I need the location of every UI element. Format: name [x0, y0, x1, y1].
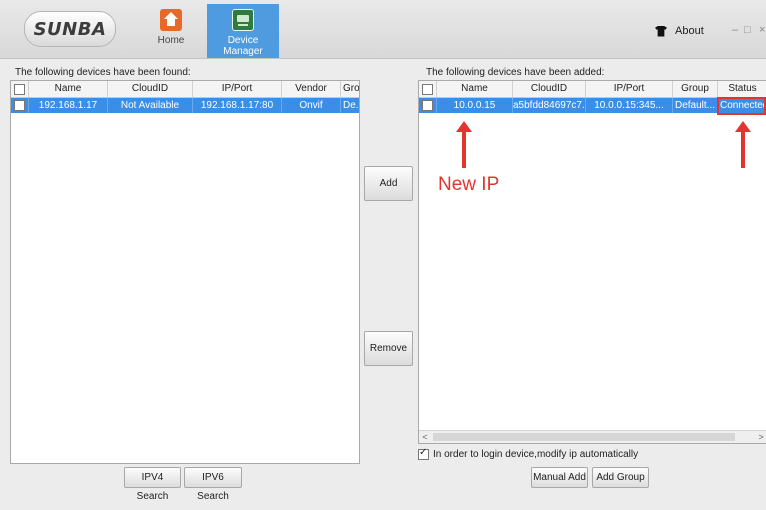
column-header-group[interactable]: Group [673, 81, 718, 97]
column-header-cloudid[interactable]: CloudID [108, 81, 193, 97]
added-devices-label: The following devices have been added: [426, 67, 605, 78]
nav-device-manager-label: Device Manager [223, 35, 263, 57]
column-header-status[interactable]: Status [718, 81, 766, 97]
ipv4-search-button[interactable]: IPV4 Search [124, 467, 181, 502]
column-header-ipport[interactable]: IP/Port [586, 81, 673, 97]
annotation-arrow-status [735, 121, 751, 168]
select-all-column[interactable] [419, 81, 437, 97]
minimize-button[interactable]: – [732, 24, 738, 36]
cell-group: De... [341, 98, 359, 113]
nav-home-label: Home [157, 35, 185, 46]
shirt-icon [655, 25, 667, 37]
app-header: SUNBA Home Device Manager About – □ × [0, 0, 766, 59]
added-table-header: Name CloudID IP/Port Group Status [419, 81, 766, 98]
column-header-name[interactable]: Name [437, 81, 513, 97]
add-group-button[interactable]: Add Group [592, 467, 649, 488]
close-button[interactable]: × [759, 24, 765, 36]
column-header-cloudid[interactable]: CloudID [513, 81, 586, 97]
device-manager-icon [232, 9, 254, 31]
found-devices-table[interactable]: Name CloudID IP/Port Vendor Group 192.16… [10, 80, 360, 464]
nav-device-manager-button[interactable]: Device Manager [207, 4, 279, 58]
cell-vendor: Onvif [282, 98, 341, 113]
remove-button[interactable]: Remove [364, 331, 413, 366]
manual-add-button[interactable]: Manual Add [531, 467, 588, 488]
ipv6-search-button[interactable]: IPV6 Search [184, 467, 242, 502]
select-all-column[interactable] [11, 81, 29, 97]
row-select-cell[interactable] [419, 98, 437, 113]
sunba-logo: SUNBA [24, 11, 116, 47]
checkbox-icon[interactable] [422, 100, 433, 111]
cell-name: 192.168.1.17 [29, 98, 108, 113]
home-icon [160, 9, 182, 31]
checkbox-icon[interactable] [14, 84, 25, 95]
annotation-status-highlight [717, 97, 766, 115]
arrow-left-icon[interactable]: < [419, 431, 431, 443]
about-label: About [675, 25, 704, 37]
found-table-header: Name CloudID IP/Port Vendor Group [11, 81, 359, 98]
maximize-button[interactable]: □ [744, 24, 751, 36]
about-button[interactable]: About [655, 25, 704, 37]
cell-ipport: 10.0.0.15:345... [586, 98, 673, 113]
arrow-right-icon[interactable]: > [755, 431, 766, 443]
cell-name: 10.0.0.15 [437, 98, 513, 113]
auto-modify-ip-option[interactable]: In order to login device,modify ip autom… [418, 447, 639, 460]
found-devices-label: The following devices have been found: [15, 67, 191, 78]
column-header-vendor[interactable]: Vendor [282, 81, 341, 97]
table-row[interactable]: 10.0.0.15 a5bfdd84697c7... 10.0.0.15:345… [419, 98, 766, 113]
table-row[interactable]: 192.168.1.17 Not Available 192.168.1.17:… [11, 98, 359, 113]
row-select-cell[interactable] [11, 98, 29, 113]
cell-ipport: 192.168.1.17:80 [193, 98, 282, 113]
cell-cloudid: a5bfdd84697c7... [513, 98, 586, 113]
cell-group: Default... [673, 98, 718, 113]
horizontal-scrollbar[interactable]: < > [419, 430, 766, 443]
column-header-name[interactable]: Name [29, 81, 108, 97]
cell-cloudid: Not Available [108, 98, 193, 113]
checkbox-icon[interactable] [422, 84, 433, 95]
annotation-arrow-new-ip [456, 121, 472, 168]
add-button[interactable]: Add [364, 166, 413, 201]
checkbox-icon[interactable] [14, 100, 25, 111]
annotation-new-ip-text: New IP [438, 174, 500, 195]
scrollbar-thumb[interactable] [433, 433, 735, 441]
checkbox-icon[interactable] [418, 447, 429, 460]
column-header-group[interactable]: Group [341, 81, 359, 97]
column-header-ipport[interactable]: IP/Port [193, 81, 282, 97]
nav-home-button[interactable]: Home [148, 4, 194, 56]
added-devices-table[interactable]: Name CloudID IP/Port Group Status 10.0.0… [418, 80, 766, 444]
auto-modify-ip-label: In order to login device,modify ip autom… [433, 449, 639, 460]
